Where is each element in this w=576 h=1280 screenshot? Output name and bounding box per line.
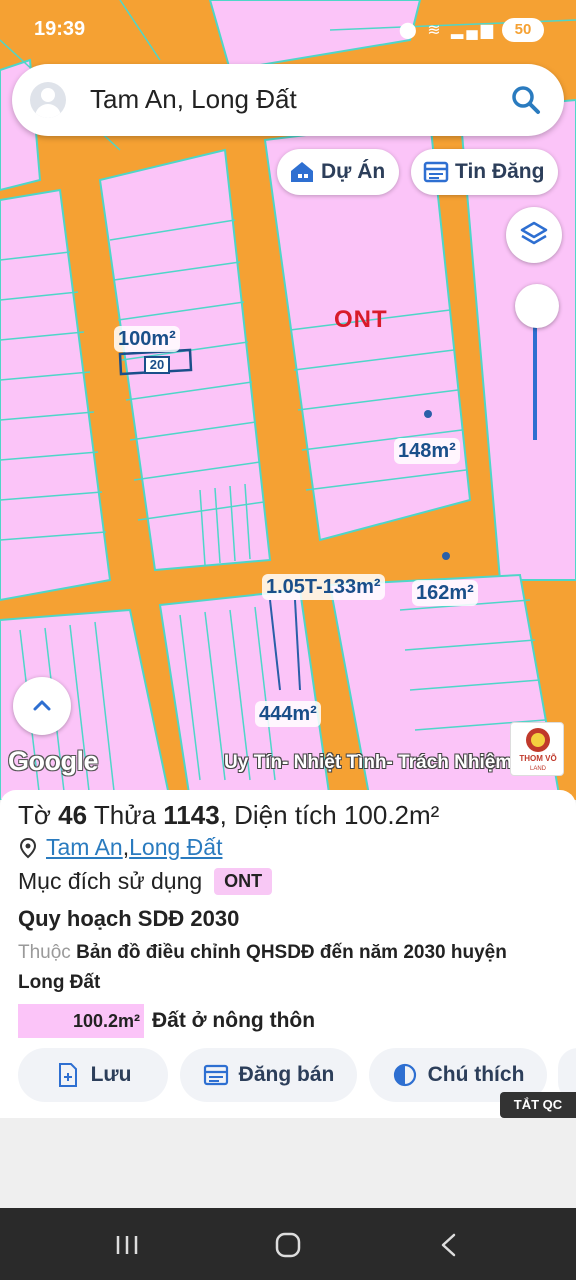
legend-row: 100.2m² Đất ở nông thôn [18, 1004, 315, 1038]
purpose-label: Mục đích sử dụng [18, 868, 203, 894]
tin-dang-button[interactable]: Tin Đăng [411, 149, 559, 195]
location-line: Tam An, Long Đất [18, 834, 222, 861]
svg-text:THOM VÕ: THOM VÕ [519, 754, 556, 763]
location-district-link[interactable]: Long Đất [129, 834, 222, 861]
layers-icon [520, 221, 548, 245]
location-icon: ⬤ [398, 22, 420, 39]
save-button[interactable]: Lưu [18, 1048, 168, 1102]
layers-button[interactable] [506, 207, 562, 263]
du-an-button[interactable]: Dự Án [277, 149, 400, 195]
area-label-444[interactable]: 444m² [255, 701, 321, 727]
post-for-sale-button[interactable]: Đăng bán [180, 1048, 357, 1102]
du-an-label: Dự Án [321, 160, 386, 183]
lot-number-badge: 20 [144, 356, 170, 374]
avatar[interactable] [30, 82, 66, 118]
post-for-sale-label: Đăng bán [238, 1063, 335, 1086]
status-time: 19:39 [34, 18, 86, 40]
signal-icon: ▂▄▆ [451, 22, 496, 39]
listing-icon [423, 161, 449, 183]
wifi-icon: ≋ [427, 22, 444, 39]
add-file-icon [58, 1063, 77, 1087]
svg-text:LAND: LAND [530, 766, 547, 772]
watermark-text: Uy Tín- Nhiệt Tình- Trách Nhiệm [224, 752, 513, 773]
plan-title: Quy hoạch SDĐ 2030 [18, 906, 240, 931]
status-icons: ⬤ ≋ ▂▄▆ [399, 20, 496, 40]
building-icon [291, 162, 313, 182]
location-pin-icon [19, 837, 37, 858]
recent-apps-icon[interactable] [112, 1232, 142, 1258]
area-label-162[interactable]: 162m² [412, 580, 478, 606]
purpose-code-badge: ONT [214, 868, 273, 895]
save-label: Lưu [90, 1063, 132, 1086]
area-label-100[interactable]: 100m² [114, 326, 180, 352]
search-icon[interactable] [508, 82, 544, 118]
search-bar[interactable]: Tam An, Long Đất [12, 64, 564, 136]
parcel-area: , Diện tích 100.2m² [219, 800, 440, 830]
tin-dang-label: Tin Đăng [455, 160, 545, 183]
listing-icon [203, 1064, 228, 1086]
sheet-number: 46 [58, 800, 88, 830]
area-label-148[interactable]: 148m² [394, 438, 460, 464]
home-icon[interactable] [273, 1232, 303, 1258]
system-nav-bar [0, 1208, 576, 1280]
google-logo: Google [8, 746, 99, 776]
map-view[interactable]: ONT 100m² 20 148m² 1.05T-133m² 162m² 444… [0, 0, 576, 800]
location-ward-link[interactable]: Tam An [46, 834, 123, 861]
contrast-icon [393, 1063, 416, 1087]
legend-swatch: 100.2m² [18, 1004, 144, 1038]
expand-panel-button[interactable] [13, 677, 71, 735]
area-label-133[interactable]: 1.05T-133m² [262, 574, 385, 600]
status-bar: 19:39 ⬤ ≋ ▂▄▆ 50 [0, 0, 576, 62]
brand-logo: THOM VÕ LAND [510, 722, 564, 776]
back-icon[interactable] [434, 1232, 464, 1258]
blank-area [0, 1118, 576, 1208]
legend-label: Đất ở nông thôn [152, 1009, 316, 1032]
land-use-purpose: Mục đích sử dụng ONT [18, 868, 273, 895]
parcel-number: 1143 [163, 800, 220, 830]
turn-off-ads-button[interactable]: TẮT QC [500, 1092, 576, 1118]
legend-button-label: Chú thích [427, 1063, 525, 1086]
app-root: ONT 100m² 20 148m² 1.05T-133m² 162m² 444… [0, 0, 576, 1280]
zone-code-label: ONT [334, 306, 388, 333]
chevron-up-icon [33, 700, 51, 711]
parcel-info-panel: Tờ 46 Thửa 1143, Diện tích 100.2m² Tam A… [0, 790, 576, 1118]
opacity-slider-handle[interactable] [515, 284, 559, 328]
battery-icon: 50 [502, 18, 544, 42]
search-input[interactable]: Tam An, Long Đất [90, 84, 297, 115]
plan-description: Thuộc Bản đồ điều chỉnh QHSDĐ đến năm 20… [18, 942, 507, 993]
parcel-summary: Tờ 46 Thửa 1143, Diện tích 100.2m² [18, 800, 440, 830]
